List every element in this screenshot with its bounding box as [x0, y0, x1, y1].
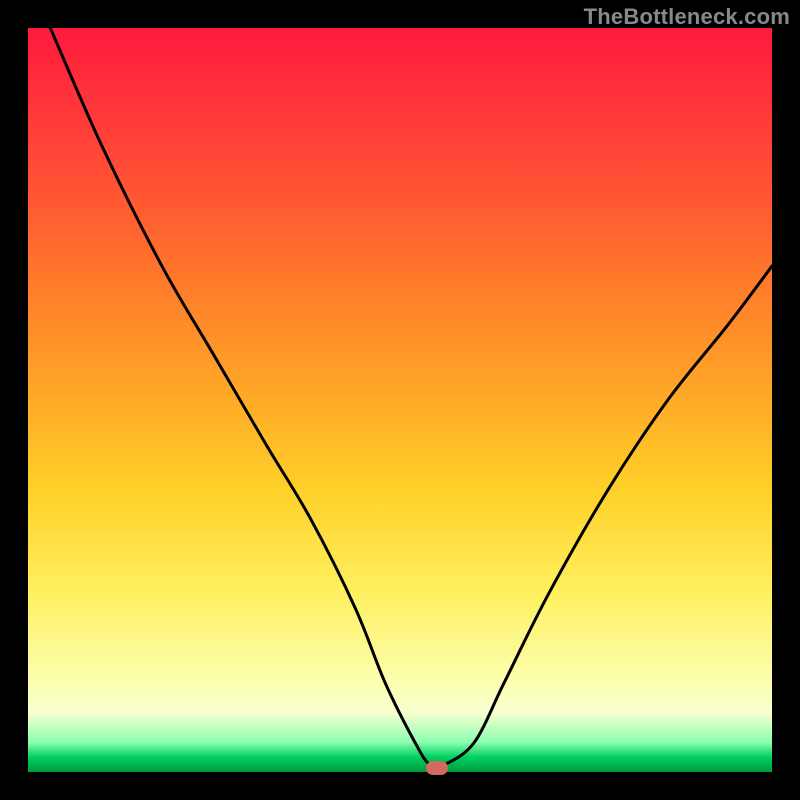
- optimal-point-marker: [426, 761, 448, 775]
- chart-frame: TheBottleneck.com: [0, 0, 800, 800]
- curve-path: [50, 28, 772, 767]
- watermark-text: TheBottleneck.com: [584, 4, 790, 30]
- bottleneck-curve: [28, 28, 772, 772]
- plot-area: [28, 28, 772, 772]
